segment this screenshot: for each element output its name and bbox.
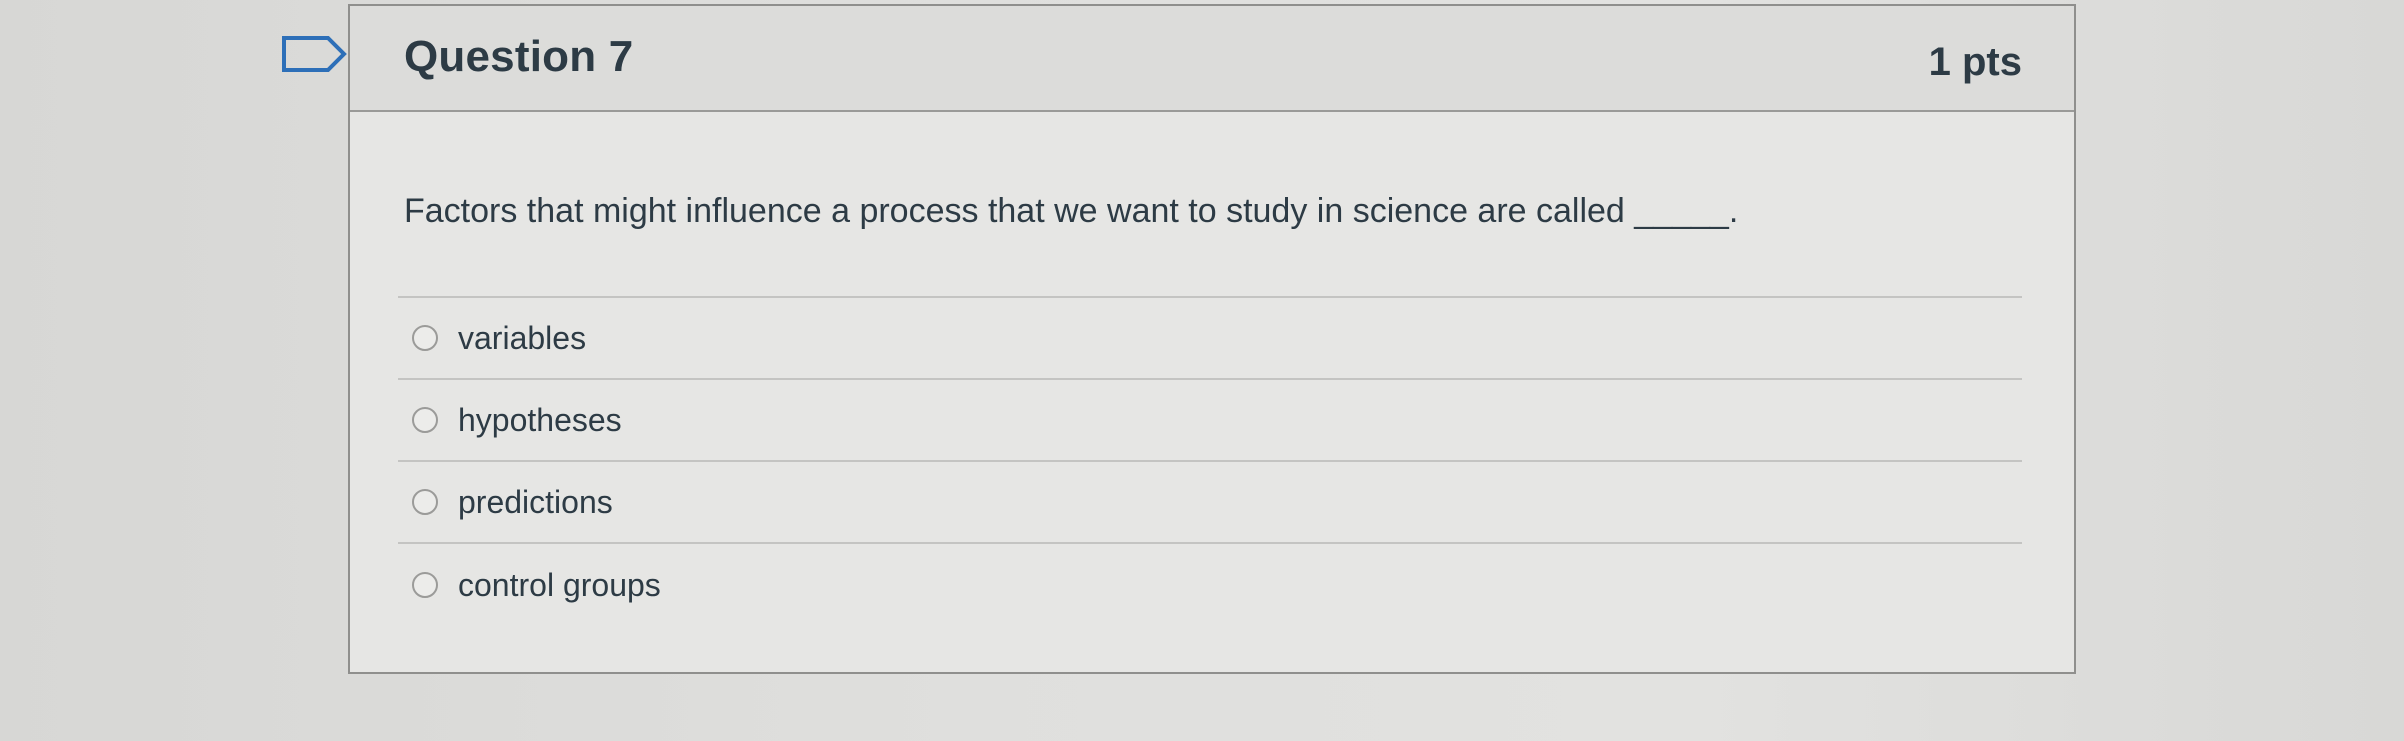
- answer-list: variables hypotheses predictions control…: [398, 296, 2022, 626]
- flag-question-icon[interactable]: [280, 34, 352, 74]
- answer-option-variables[interactable]: variables: [398, 298, 2022, 380]
- radio-button[interactable]: [412, 407, 438, 433]
- question-card: Question 7 1 pts Factors that might infl…: [348, 4, 2076, 674]
- answer-option-control-groups[interactable]: control groups: [398, 544, 2022, 626]
- answer-option-predictions[interactable]: predictions: [398, 462, 2022, 544]
- question-text: Factors that might influence a process t…: [404, 192, 1739, 230]
- radio-button[interactable]: [412, 572, 438, 598]
- answer-option-hypotheses[interactable]: hypotheses: [398, 380, 2022, 462]
- flag-outline-icon: [282, 36, 347, 72]
- answer-label: hypotheses: [458, 401, 622, 438]
- answer-label: control groups: [458, 566, 661, 603]
- answer-label: predictions: [458, 483, 613, 520]
- question-title: Question 7: [404, 32, 634, 81]
- question-header: Question 7 1 pts: [350, 6, 2074, 112]
- question-points: 1 pts: [1928, 40, 2022, 84]
- radio-button[interactable]: [412, 489, 438, 515]
- radio-button[interactable]: [412, 325, 438, 351]
- answer-label: variables: [458, 319, 587, 356]
